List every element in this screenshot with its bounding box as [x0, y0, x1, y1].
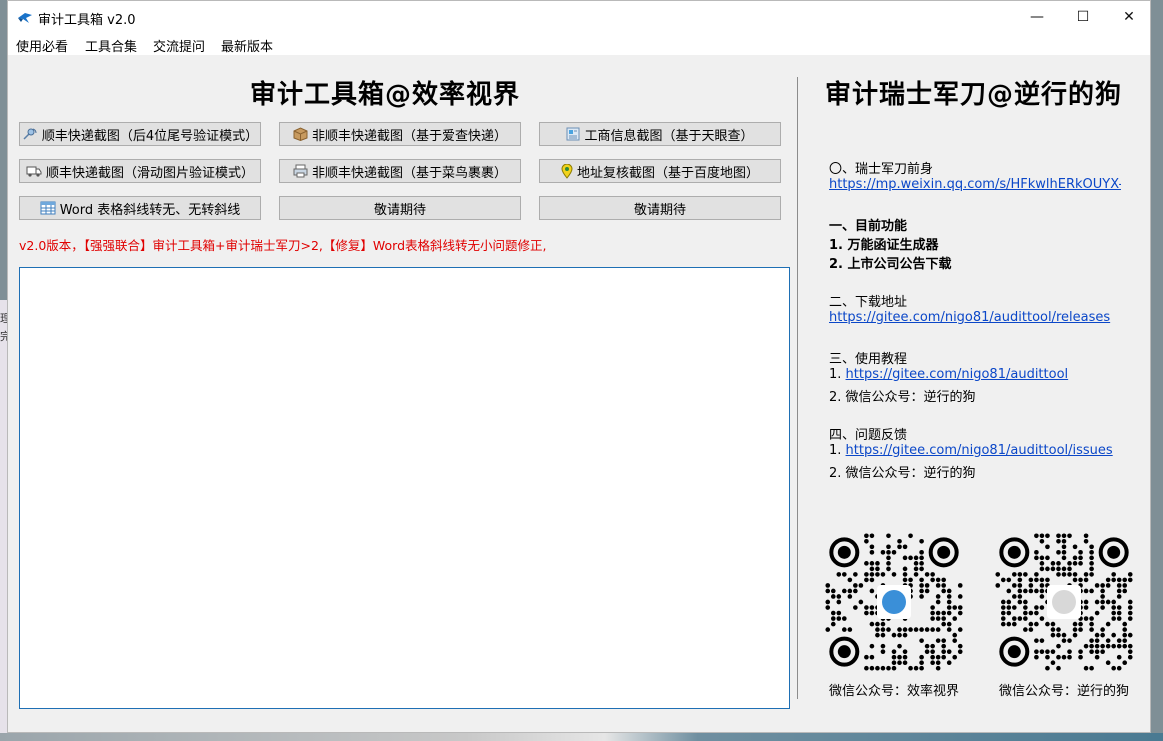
qr-caption-retrograde-dog: 微信公众号：逆行的狗: [999, 684, 1130, 699]
app-logo-icon: [18, 13, 32, 23]
menu-item-discussion[interactable]: 交流提问: [153, 36, 205, 55]
feedback-item-2: 2. 微信公众号：逆行的狗: [829, 466, 976, 481]
minimize-icon: —: [1030, 9, 1044, 25]
menu-item-tool-collection[interactable]: 工具合集: [85, 36, 137, 55]
word-table-diagonal-button[interactable]: Word 表格斜线转无、无转斜线: [19, 196, 261, 220]
desktop-background-bottom: [0, 733, 1163, 741]
left-panel-title: 审计工具箱@效率视界: [250, 80, 521, 110]
section-download-heading: 二、下载地址: [829, 295, 908, 310]
section-features-heading: 一、目前功能: [829, 219, 908, 234]
output-text-area[interactable]: [19, 267, 790, 709]
sf-express-tail-number-button[interactable]: 顺丰快递截图（后4位尾号验证模式）: [19, 122, 261, 146]
menu-bar: 使用必看 工具合集 交流提问 最新版本: [8, 33, 1150, 55]
satellite-icon: [23, 128, 37, 140]
menu-item-must-read[interactable]: 使用必看: [16, 36, 68, 55]
business-info-tianyancha-button[interactable]: 工商信息截图（基于天眼查）: [539, 122, 781, 146]
menu-item-latest-version[interactable]: 最新版本: [221, 36, 273, 55]
document-icon: [566, 127, 580, 141]
non-sf-express-aicha-button[interactable]: 非顺丰快递截图（基于爱查快递）: [279, 122, 521, 146]
tutorial-item-2: 2. 微信公众号：逆行的狗: [829, 390, 976, 405]
coming-soon-button-2[interactable]: 敬请期待: [539, 196, 781, 220]
printer-icon: [293, 164, 308, 178]
section-feedback-heading: 四、问题反馈: [829, 428, 908, 443]
sf-express-slider-button[interactable]: 顺丰快递截图（滑动图片验证模式）: [19, 159, 261, 183]
non-sf-express-cainiao-button[interactable]: 非顺丰快递截图（基于菜鸟裹裹）: [279, 159, 521, 183]
feature-item-confirmation-generator: 1. 万能函证生成器: [829, 238, 939, 253]
panel-divider: [797, 77, 798, 699]
window-title: 审计工具箱 v2.0: [38, 13, 136, 28]
section-predecessor-heading: 〇、瑞士军刀前身: [829, 162, 934, 177]
predecessor-link[interactable]: https://mp.weixin.qq.com/s/HFkwlhERkOUYX…: [829, 177, 1121, 192]
right-panel-title: 审计瑞士军刀@逆行的狗: [825, 80, 1123, 110]
predecessor-link-wrap: https://mp.weixin.qq.com/s/HFkwlhERkOUYX…: [829, 177, 1121, 192]
download-link-wrap: https://gitee.com/nigo81/audittool/relea…: [829, 310, 1110, 325]
app-window: 审计工具箱 v2.0 — ☐ ✕ 使用必看 工具合集 交流提问 最新版本 审计工…: [7, 0, 1151, 733]
maximize-icon: ☐: [1076, 9, 1090, 25]
map-pin-icon: [561, 163, 573, 179]
section-tutorial-heading: 三、使用教程: [829, 352, 908, 367]
close-button[interactable]: ✕: [1106, 1, 1152, 33]
maximize-button[interactable]: ☐: [1060, 1, 1106, 33]
tutorial-item-1: 1. https://gitee.com/nigo81/audittool: [829, 367, 1069, 382]
qr-code-retrograde-dog: [995, 533, 1133, 671]
download-link[interactable]: https://gitee.com/nigo81/audittool/relea…: [829, 310, 1110, 325]
coming-soon-button-1[interactable]: 敬请期待: [279, 196, 521, 220]
qr-caption-efficiency-view: 微信公众号：效率视界: [829, 684, 960, 699]
truck-icon: [26, 166, 42, 177]
address-review-baidu-map-button[interactable]: 地址复核截图（基于百度地图）: [539, 159, 781, 183]
issues-link[interactable]: https://gitee.com/nigo81/audittool/issue…: [846, 443, 1113, 458]
feature-item-announcement-download: 2. 上市公司公告下载: [829, 257, 952, 272]
table-icon: [40, 201, 56, 215]
version-note: v2.0版本，【强强联合】审计工具箱+审计瑞士军刀>2,【修复】Word表格斜线…: [19, 238, 547, 253]
title-bar[interactable]: 审计工具箱 v2.0 — ☐ ✕: [8, 1, 1150, 33]
tutorial-link[interactable]: https://gitee.com/nigo81/audittool: [846, 367, 1069, 382]
qr-code-efficiency-view: [825, 533, 963, 671]
minimize-button[interactable]: —: [1014, 1, 1060, 33]
feedback-item-1: 1. https://gitee.com/nigo81/audittool/is…: [829, 443, 1113, 458]
close-icon: ✕: [1123, 9, 1135, 25]
package-icon: [293, 127, 308, 141]
